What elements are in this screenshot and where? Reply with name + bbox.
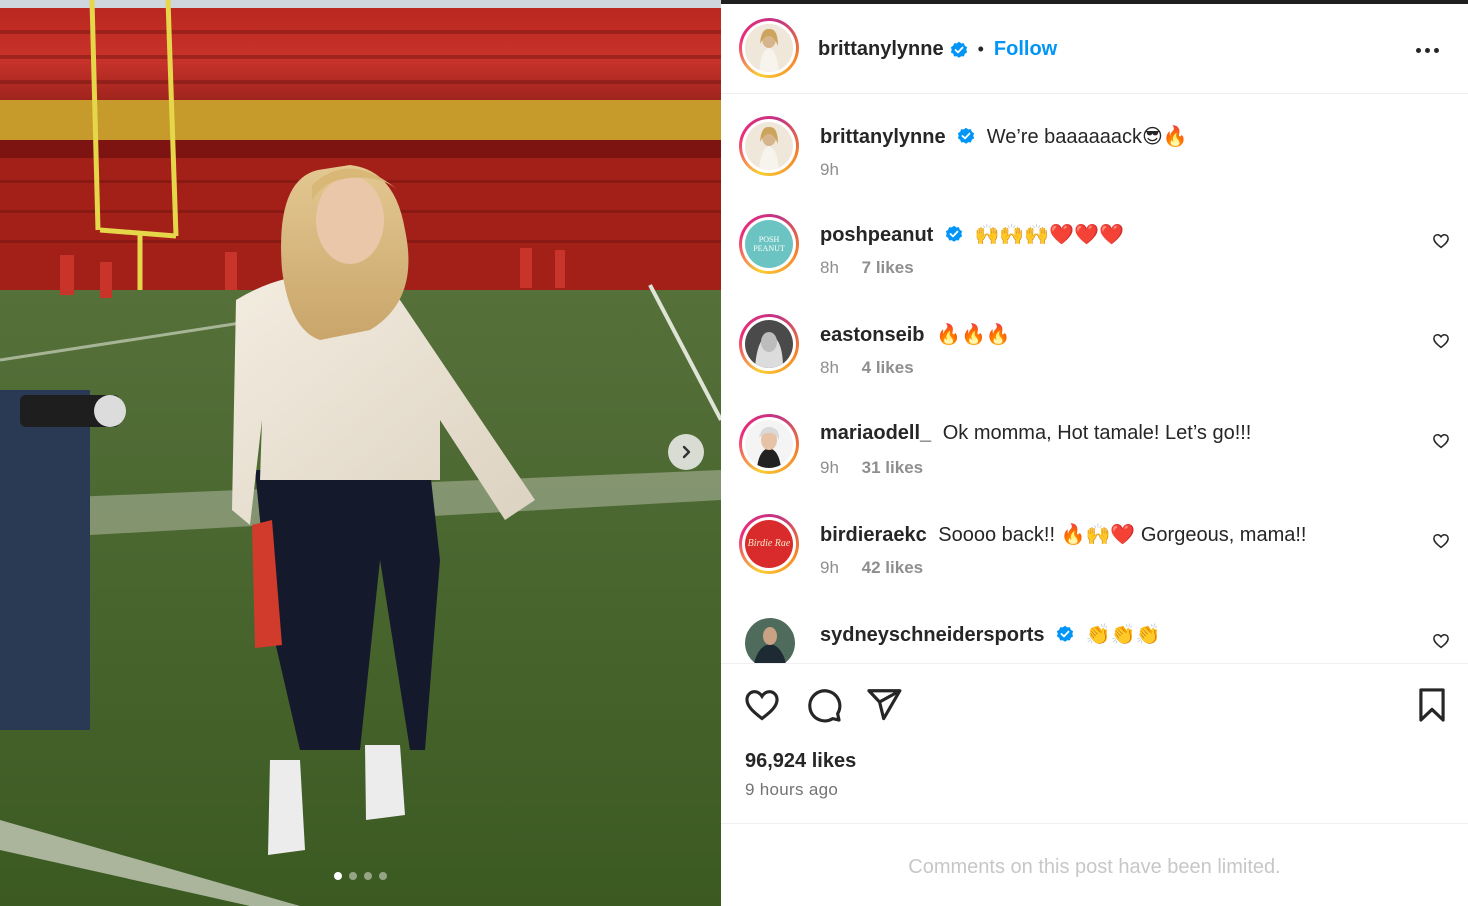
comment-text: 🔥🔥🔥 xyxy=(936,322,1011,346)
comment-username[interactable]: sydneyschneidersports xyxy=(820,624,1045,646)
stadium-photo xyxy=(0,0,721,906)
next-slide-button[interactable] xyxy=(668,434,704,470)
verified-badge-icon xyxy=(958,127,975,144)
comments-limited-notice: Comments on this post have been limited. xyxy=(908,856,1281,878)
comment-icon[interactable] xyxy=(805,686,843,724)
avatar-photo xyxy=(745,24,793,72)
comment-time: 8h xyxy=(820,258,839,277)
comment-text: Soooo back!! 🔥🙌❤️ Gorgeous, mama!! xyxy=(938,524,1307,546)
comment-heart-icon[interactable] xyxy=(1432,332,1450,350)
carousel-dots xyxy=(334,872,387,880)
caption-text: We’re baaaaaack😎🔥 xyxy=(986,126,1188,148)
comment-item: sydneyschneidersports 👏👏👏 xyxy=(721,614,1468,663)
commenter-avatar[interactable]: Birdie Rae xyxy=(739,514,799,574)
avatar-logo-text: Birdie Rae xyxy=(747,538,791,549)
comment-item: mariaodell_ Ok momma, Hot tamale! Let’s … xyxy=(721,414,1468,504)
comment-time: 9h xyxy=(820,160,839,179)
follow-button[interactable]: Follow xyxy=(994,38,1057,61)
comment-username[interactable]: birdieraekc xyxy=(820,524,927,546)
comment-username[interactable]: mariaodell_ xyxy=(820,422,931,444)
comment-heart-icon[interactable] xyxy=(1432,532,1450,550)
comment-text: 🙌🙌🙌❤️❤️❤️ xyxy=(974,222,1124,246)
more-dot xyxy=(1416,47,1421,53)
verified-badge-icon xyxy=(945,225,963,242)
post-photo xyxy=(0,0,721,906)
comment-heart-icon[interactable] xyxy=(1432,632,1450,650)
post-time: 9 hours ago xyxy=(745,780,839,799)
more-dot xyxy=(1434,47,1439,53)
comment-username[interactable]: eastonseib xyxy=(820,324,924,346)
avatar-photo xyxy=(745,320,793,368)
heart-icon[interactable] xyxy=(743,686,781,724)
commenter-avatar[interactable] xyxy=(739,314,799,374)
comment-likes[interactable]: 42 likes xyxy=(862,558,923,577)
avatar-photo xyxy=(745,420,793,468)
carousel-dot xyxy=(364,872,372,880)
comments-list[interactable]: brittanylynne We’re baaaaaack😎🔥 9h POSH … xyxy=(721,94,1468,664)
avatar-photo xyxy=(745,618,795,663)
comment-time: 8h xyxy=(820,358,839,377)
post-details-panel: brittanylynne • Follow brittanylynne We’… xyxy=(721,0,1468,906)
commenter-avatar[interactable] xyxy=(745,618,795,663)
comment-time: 9h xyxy=(820,458,839,477)
comment-text: Ok momma, Hot tamale! Let’s go!!! xyxy=(942,422,1252,444)
comment-time: 9h xyxy=(820,558,839,577)
author-username[interactable]: brittanylynne xyxy=(818,38,944,61)
author-avatar[interactable] xyxy=(739,18,799,78)
avatar-logo-text: POSH PEANUT xyxy=(753,235,785,253)
carousel-dot xyxy=(379,872,387,880)
chevron-right-icon xyxy=(682,445,691,459)
comment-item: Birdie Rae birdieraekc Soooo back!! 🔥🙌❤️… xyxy=(721,514,1468,604)
comment-item: eastonseib 🔥🔥🔥 8h 4 likes xyxy=(721,314,1468,404)
comment-likes[interactable]: 4 likes xyxy=(862,358,914,377)
carousel-dot xyxy=(349,872,357,880)
commenter-avatar[interactable]: POSH PEANUT xyxy=(739,214,799,274)
author-avatar[interactable] xyxy=(739,116,799,176)
verified-badge-icon xyxy=(950,41,967,58)
commenter-avatar[interactable] xyxy=(739,414,799,474)
send-icon[interactable] xyxy=(865,686,903,724)
comment-username[interactable]: brittanylynne xyxy=(820,126,946,148)
bookmark-icon[interactable] xyxy=(1413,686,1451,724)
avatar-photo xyxy=(745,122,793,170)
comment-heart-icon[interactable] xyxy=(1432,232,1450,250)
more-dot xyxy=(1425,47,1430,53)
comment-likes[interactable]: 7 likes xyxy=(862,258,914,277)
caption-item: brittanylynne We’re baaaaaack😎🔥 9h xyxy=(721,116,1468,206)
comment-item: POSH PEANUT poshpeanut 🙌🙌🙌❤️❤️❤️ 8h 7 li… xyxy=(721,214,1468,304)
post-header: brittanylynne • Follow xyxy=(721,4,1468,94)
comment-heart-icon[interactable] xyxy=(1432,432,1450,450)
comment-username[interactable]: poshpeanut xyxy=(820,224,933,246)
more-options-button[interactable] xyxy=(1416,40,1442,60)
carousel-dot xyxy=(334,872,342,880)
separator-dot: • xyxy=(977,39,984,59)
comment-likes[interactable]: 31 likes xyxy=(862,458,923,477)
likes-count[interactable]: 96,924 likes xyxy=(745,750,856,773)
comment-text: 👏👏👏 xyxy=(1085,622,1161,646)
post-actions: 96,924 likes 9 hours ago xyxy=(721,664,1468,824)
verified-badge-icon xyxy=(1056,625,1074,642)
